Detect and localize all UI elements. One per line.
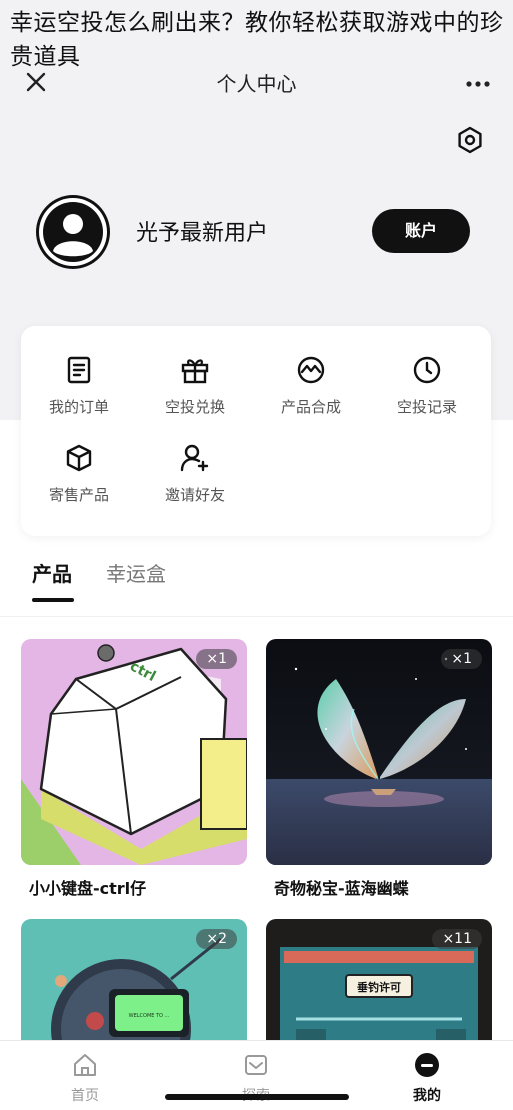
settings-icon[interactable] [455, 125, 485, 155]
tab-lucky-box[interactable]: 幸运盒 [106, 558, 166, 587]
product-name: 小小键盘-ctrl仔 [29, 879, 147, 898]
menu-item-airdrop-exchange[interactable]: 空投兑换 [137, 354, 253, 417]
product-name: 奇物秘宝-蓝海幽蝶 [274, 879, 409, 898]
explore-icon [245, 1055, 267, 1075]
quantity-badge: ×1 [196, 649, 237, 669]
menu-item-orders[interactable]: 我的订单 [21, 354, 137, 417]
menu-item-synthesis[interactable]: 产品合成 [253, 354, 369, 417]
quantity-badge: ×2 [196, 929, 237, 949]
gift-icon [181, 359, 209, 384]
menu-item-airdrop-records[interactable]: 空投记录 [369, 354, 485, 417]
function-menu-card: 我的订单 空投兑换 产品合成 空投记录 寄售产品 邀请好友 [21, 326, 491, 536]
home-indicator [165, 1094, 349, 1100]
nav-label: 首页 [71, 1088, 99, 1104]
menu-item-label: 空投记录 [396, 398, 457, 416]
tab-products[interactable]: 产品 [32, 558, 72, 587]
divider [0, 616, 513, 617]
synthesis-icon [297, 356, 325, 384]
active-tab-indicator [32, 598, 74, 602]
quantity-badge: ×1 [441, 649, 482, 669]
license-sign-text: 垂钓许可 [357, 980, 401, 994]
menu-item-label: 空投兑换 [164, 398, 225, 416]
nav-item-home[interactable]: 首页 [40, 1051, 130, 1105]
nav-item-profile[interactable]: 我的 [382, 1051, 472, 1105]
product-tabs: 产品 幸运盒 [0, 558, 513, 608]
menu-item-label: 产品合成 [280, 398, 341, 416]
robot-screen-text: WELCOME TO ... [129, 1013, 170, 1019]
username: 光予最新用户 [136, 221, 269, 246]
user-avatar-icon [39, 198, 107, 266]
avatar[interactable] [36, 195, 110, 269]
keyboard-key-illustration: ctrl [21, 639, 247, 865]
order-icon [67, 356, 91, 384]
account-button[interactable]: 账户 [372, 209, 470, 253]
menu-item-consignment[interactable]: 寄售产品 [21, 442, 137, 505]
product-image: ×1 [266, 639, 492, 865]
menu-item-label: 邀请好友 [164, 486, 225, 504]
nav-label: 我的 [413, 1088, 441, 1104]
product-image: ctrl ×1 [21, 639, 247, 865]
clock-icon [413, 356, 441, 384]
article-title-overlay: 幸运空投怎么刷出来？教你轻松获取游戏中的珍贵道具 [10, 10, 504, 70]
menu-item-label: 寄售产品 [48, 486, 109, 504]
profile-icon [415, 1053, 439, 1077]
add-user-icon [180, 444, 209, 472]
quantity-badge: ×11 [432, 929, 482, 949]
butterfly-illustration [266, 639, 492, 865]
home-icon [74, 1054, 96, 1076]
menu-item-label: 我的订单 [48, 398, 109, 416]
box-icon [66, 444, 92, 472]
menu-item-invite-friends[interactable]: 邀请好友 [137, 442, 253, 505]
